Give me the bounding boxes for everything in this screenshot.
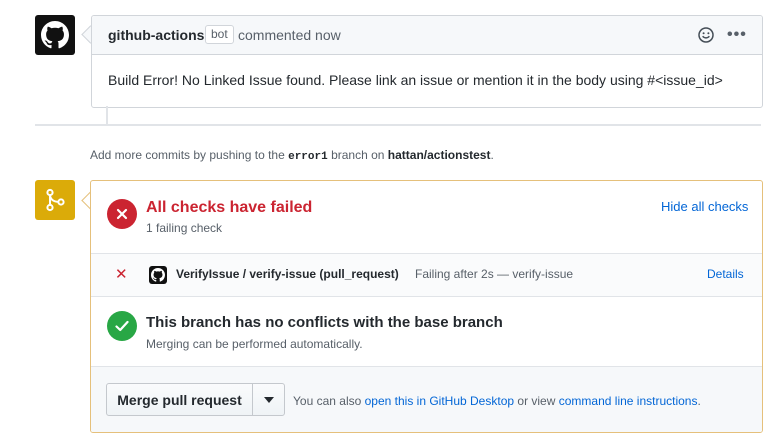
check-icon [115, 320, 129, 332]
git-merge-icon [46, 188, 65, 212]
push-hint: Add more commits by pushing to the error… [90, 148, 494, 163]
conflicts-subtitle: Merging can be performed automatically. [146, 337, 363, 351]
open-github-desktop-link[interactable]: open this in GitHub Desktop [365, 394, 514, 408]
merge-method-dropdown[interactable] [252, 383, 285, 416]
comment-body: Build Error! No Linked Issue found. Plea… [108, 72, 723, 88]
push-hint-middle: branch on [331, 148, 385, 162]
timeline-line [106, 106, 108, 124]
github-logo-icon [41, 21, 69, 49]
merge-status-icon-box [35, 180, 75, 220]
checks-subtitle: 1 failing check [146, 221, 223, 235]
checks-failed-badge [107, 199, 137, 229]
check-name: VerifyIssue / verify-issue (pull_request… [176, 267, 399, 281]
also-end: . [697, 394, 701, 408]
push-hint-prefix: Add more commits by pushing to the [90, 148, 285, 162]
github-logo-icon [151, 268, 165, 282]
command-line-instructions-link[interactable]: command line instructions [559, 394, 698, 408]
no-conflicts-badge [107, 311, 137, 341]
check-row: ✕ VerifyIssue / verify-issue (pull_reque… [91, 253, 762, 297]
checks-title: All checks have failed [146, 199, 313, 216]
timeline-divider [35, 124, 761, 126]
check-status: Failing after 2s — verify-issue [415, 267, 574, 281]
also-prefix: You can also [293, 394, 362, 408]
conflicts-title: This branch has no conflicts with the ba… [146, 314, 503, 331]
check-details-link[interactable]: Details [707, 267, 744, 281]
or-view-text: or view [517, 394, 556, 408]
repo-name[interactable]: hattan/actionstest [388, 148, 491, 162]
push-hint-suffix: . [490, 148, 494, 162]
kebab-icon[interactable]: ••• [727, 26, 747, 44]
merge-alternatives: You can also open this in GitHub Desktop… [293, 394, 701, 408]
smiley-icon [698, 27, 714, 43]
github-actions-app-icon [149, 266, 167, 284]
add-reaction-button[interactable] [698, 27, 714, 43]
hide-all-checks-link[interactable]: Hide all checks [661, 199, 748, 214]
merge-footer: Merge pull request You can also open thi… [91, 366, 762, 432]
comment-time[interactable]: commented now [238, 27, 341, 43]
comment-header: github-actions bot commented now ••• [92, 16, 762, 55]
merge-box: All checks have failed 1 failing check H… [90, 180, 763, 433]
caret-down-icon [263, 396, 274, 403]
comment-author[interactable]: github-actions [108, 27, 204, 43]
branch-name: error1 [288, 151, 328, 163]
merge-pull-request-button[interactable]: Merge pull request [106, 383, 253, 416]
x-icon: ✕ [115, 266, 128, 283]
bot-badge: bot [205, 25, 234, 44]
comment-card: github-actions bot commented now ••• Bui… [91, 15, 763, 108]
github-actions-avatar[interactable] [35, 15, 75, 55]
x-icon [116, 208, 128, 220]
